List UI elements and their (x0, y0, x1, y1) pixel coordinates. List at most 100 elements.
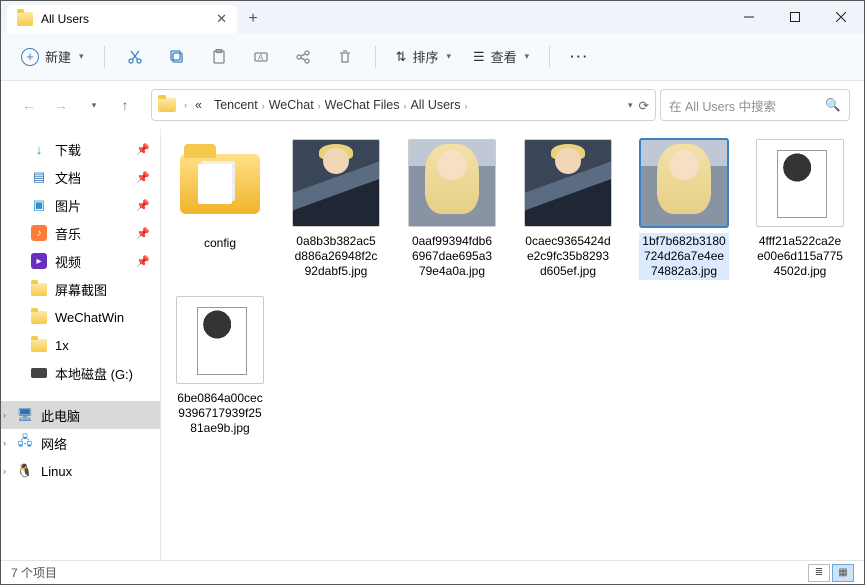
new-label: 新建 (45, 47, 71, 66)
folder-icon (175, 139, 265, 229)
file-item[interactable]: 0a8b3b382ac5d886a26948f2c92dabf5.jpg (291, 139, 381, 280)
back-button[interactable]: ← (15, 91, 43, 119)
sidebar-item-label: 视频 (55, 252, 81, 271)
image-thumbnail (408, 139, 496, 227)
sort-label: 排序 (412, 47, 438, 66)
chevron-right-icon: › (3, 466, 6, 476)
chevron-down-icon: ▾ (446, 51, 451, 62)
file-item[interactable]: 1bf7b682b3180724d26a7e4ee74882a3.jpg (639, 139, 729, 280)
sidebar-group[interactable]: ›🖥此电脑 (1, 401, 160, 429)
close-button[interactable] (818, 1, 864, 33)
sidebar-item[interactable]: 本地磁盘 (G:) (1, 359, 160, 387)
image-thumbnail (524, 139, 612, 227)
svg-text:A: A (258, 53, 264, 62)
content-pane[interactable]: config 0a8b3b382ac5d886a26948f2c92dabf5.j… (161, 129, 864, 562)
sidebar-item-label: 图片 (55, 196, 81, 215)
rename-button[interactable]: A (245, 41, 277, 73)
chevron-down-icon: ▾ (79, 51, 84, 62)
chevron-right-icon: › (184, 100, 187, 110)
delete-button[interactable] (329, 41, 361, 73)
view-button[interactable]: ☰ 查看 ▾ (467, 43, 535, 70)
maximize-button[interactable] (772, 1, 818, 33)
up-button[interactable]: ↑ (111, 91, 139, 119)
pin-icon: 📌 (136, 255, 150, 268)
sidebar-item-label: Linux (41, 464, 72, 479)
forward-button[interactable]: → (47, 91, 75, 119)
sidebar-item-label: 本地磁盘 (G:) (55, 364, 133, 383)
pin-icon: 📌 (136, 171, 150, 184)
file-name: 0aaf99394fdb66967dae695a379e4a0a.jpg (407, 233, 497, 280)
breadcrumb-segment[interactable]: Tencent (210, 96, 262, 114)
chevron-right-icon: › (464, 101, 467, 111)
search-placeholder: 在 All Users 中搜索 (669, 96, 776, 115)
folder-icon (158, 98, 176, 112)
file-name: 0caec9365424de2c9fc35b8293d605ef.jpg (523, 233, 613, 280)
sidebar-item-label: 音乐 (55, 224, 81, 243)
sort-button[interactable]: ⇅ 排序 ▾ (390, 43, 457, 70)
new-tab-button[interactable]: + (237, 5, 269, 33)
cut-button[interactable] (119, 41, 151, 73)
sidebar-item-label: 文档 (55, 168, 81, 187)
address-dropdown[interactable]: ▾ (628, 100, 633, 111)
address-bar[interactable]: › « Tencent›WeChat›WeChat Files›All User… (151, 89, 656, 121)
file-item[interactable]: 6be0864a00cec9396717939f2581ae9b.jpg (175, 296, 265, 437)
chevron-down-icon: ▾ (525, 51, 530, 62)
more-button[interactable]: ··· (564, 45, 595, 68)
sidebar-item-label: 网络 (41, 434, 67, 453)
pin-icon: 📌 (136, 199, 150, 212)
file-item[interactable]: config (175, 139, 265, 280)
file-item[interactable]: 0caec9365424de2c9fc35b8293d605ef.jpg (523, 139, 613, 280)
sidebar-item-label: WeChatWin (55, 310, 124, 325)
file-item[interactable]: 4fff21a522ca2ee00e6d115a7754502d.jpg (755, 139, 845, 280)
file-item[interactable]: 0aaf99394fdb66967dae695a379e4a0a.jpg (407, 139, 497, 280)
file-name: 1bf7b682b3180724d26a7e4ee74882a3.jpg (639, 233, 729, 280)
image-thumbnail (756, 139, 844, 227)
breadcrumb-segment[interactable]: WeChat (265, 96, 318, 114)
sidebar-item[interactable]: ♪音乐📌 (1, 219, 160, 247)
sidebar-item[interactable]: ↓下载📌 (1, 135, 160, 163)
view-icon: ☰ (473, 49, 485, 65)
sidebar-item[interactable]: ▸视频📌 (1, 247, 160, 275)
status-count: 7 个项目 (11, 564, 57, 581)
search-input[interactable]: 在 All Users 中搜索 🔍 (660, 89, 850, 121)
sort-icon: ⇅ (396, 49, 407, 65)
close-tab-icon[interactable]: ✕ (216, 11, 227, 27)
main: ↓下载📌▤文档📌▣图片📌♪音乐📌▸视频📌屏幕截图WeChatWin1x本地磁盘 … (1, 129, 864, 562)
breadcrumb-overflow[interactable]: « (191, 96, 206, 114)
file-name: config (202, 235, 238, 252)
tab-title: All Users (41, 12, 89, 26)
image-thumbnail (640, 139, 728, 227)
nav-row: ← → ▾ ↑ › « Tencent›WeChat›WeChat Files›… (1, 81, 864, 129)
command-bar: + 新建 ▾ A ⇅ 排序 ▾ ☰ 查看 ▾ ··· (1, 33, 864, 81)
recent-dropdown[interactable]: ▾ (79, 91, 107, 119)
minimize-button[interactable] (726, 1, 772, 33)
breadcrumb-segment[interactable]: All Users (406, 96, 464, 114)
chevron-right-icon: › (3, 410, 6, 420)
sidebar-item[interactable]: ▣图片📌 (1, 191, 160, 219)
sidebar-item-label: 此电脑 (41, 406, 80, 425)
copy-button[interactable] (161, 41, 193, 73)
sidebar-group[interactable]: ›🐧Linux (1, 457, 160, 485)
refresh-button[interactable]: ⟳ (639, 98, 649, 113)
sidebar: ↓下载📌▤文档📌▣图片📌♪音乐📌▸视频📌屏幕截图WeChatWin1x本地磁盘 … (1, 129, 161, 562)
sidebar-item-label: 屏幕截图 (55, 280, 107, 299)
sidebar-item[interactable]: 1x (1, 331, 160, 359)
sidebar-group[interactable]: ›🖧网络 (1, 429, 160, 457)
share-button[interactable] (287, 41, 319, 73)
sidebar-item[interactable]: WeChatWin (1, 303, 160, 331)
new-button[interactable]: + 新建 ▾ (15, 43, 90, 70)
tab-current[interactable]: All Users ✕ (7, 5, 237, 33)
sidebar-item[interactable]: 屏幕截图 (1, 275, 160, 303)
icons-view-button[interactable]: ▦ (832, 564, 854, 582)
plus-circle-icon: + (21, 48, 39, 66)
paste-button[interactable] (203, 41, 235, 73)
sidebar-item-label: 1x (55, 338, 69, 353)
status-bar: 7 个项目 ≣ ▦ (1, 560, 864, 584)
pin-icon: 📌 (136, 227, 150, 240)
sidebar-item[interactable]: ▤文档📌 (1, 163, 160, 191)
image-thumbnail (176, 296, 264, 384)
file-name: 0a8b3b382ac5d886a26948f2c92dabf5.jpg (291, 233, 381, 280)
breadcrumb-segment[interactable]: WeChat Files (321, 96, 404, 114)
details-view-button[interactable]: ≣ (808, 564, 830, 582)
pin-icon: 📌 (136, 143, 150, 156)
